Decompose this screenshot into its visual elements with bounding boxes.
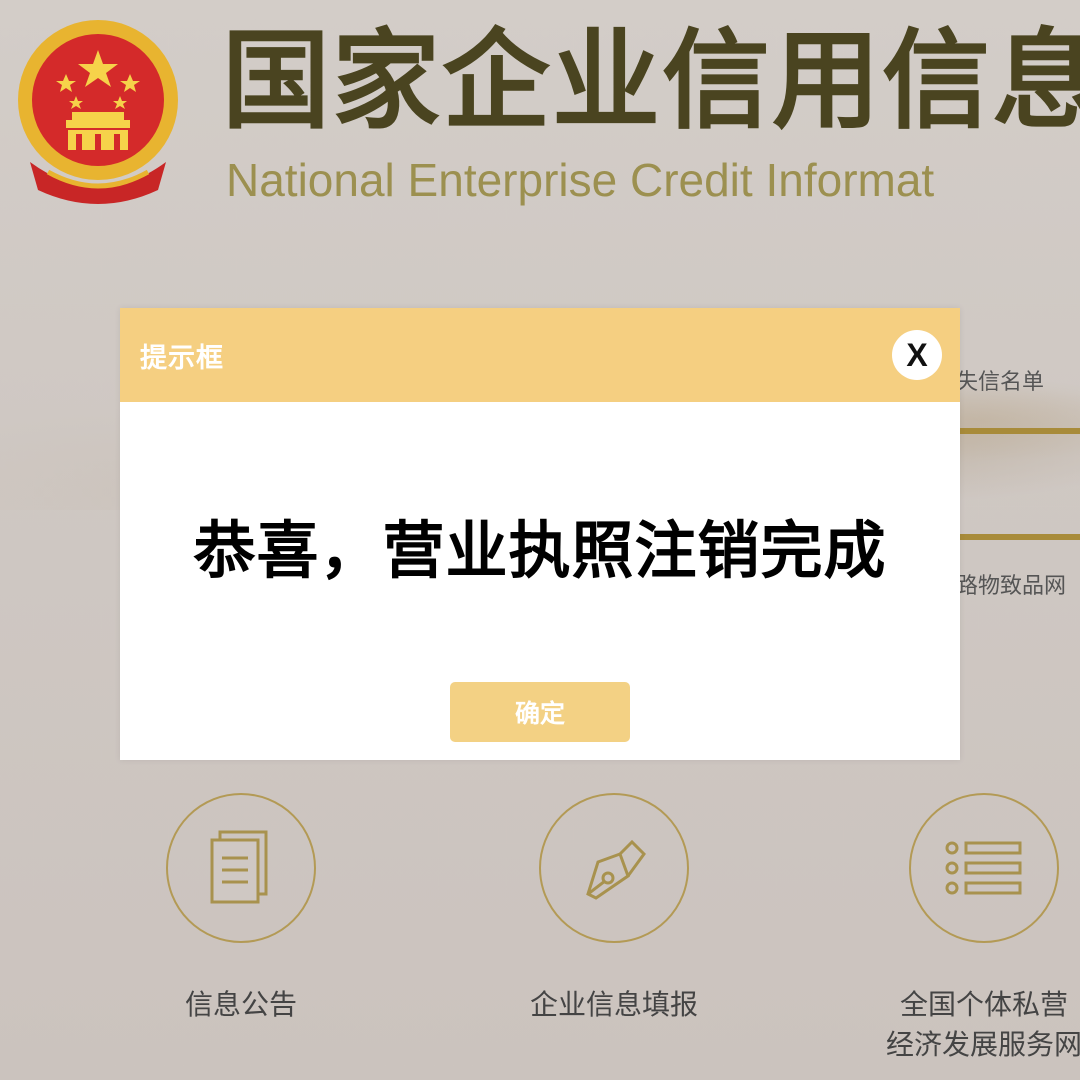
service-icon-circle [166,793,316,943]
confirm-button-label: 确定 [514,699,565,728]
list-icon [945,841,1022,895]
service-icon-circle [909,793,1059,943]
confirm-button[interactable]: 确定 [450,682,630,742]
service-enterprise-report[interactable]: 企业信息填报 [484,793,744,1025]
side-link-goods[interactable]: 路物致品网 [956,568,1066,600]
pen-nib-icon [586,839,646,900]
service-label: 全国个体私营 经济发展服务网 [854,985,1080,1065]
side-divider [958,534,1080,540]
site-title-english: National Enterprise Credit Informat [226,154,935,206]
service-label: 企业信息填报 [529,988,698,1021]
dialog-title: 提示框 [140,343,224,374]
dialog-header: 提示框 X [120,308,960,402]
close-button[interactable]: X [892,330,942,380]
national-emblem-logo [18,20,178,204]
side-link-blacklist[interactable]: 失信名单 [956,364,1044,396]
service-private-economy[interactable]: 全国个体私营 经济发展服务网 [854,793,1080,1065]
site-title-chinese: 国家企业信用信息 [222,19,1080,144]
close-icon: X [906,337,928,373]
service-label: 信息公告 [184,988,297,1021]
service-label-line: 经济发展服务网 [885,1028,1080,1061]
service-icon-circle [539,793,689,943]
alert-dialog: 提示框 X 恭喜，营业执照注销完成 确定 [120,308,960,760]
service-info-announcement[interactable]: 信息公告 [111,793,371,1025]
dialog-message: 恭喜，营业执照注销完成 [193,514,887,587]
service-label-line: 全国个体私营 [899,988,1068,1021]
side-divider [958,428,1080,434]
document-icon [210,830,268,904]
page-background: 国家企业信用信息 National Enterprise Credit Info… [0,0,1080,1080]
